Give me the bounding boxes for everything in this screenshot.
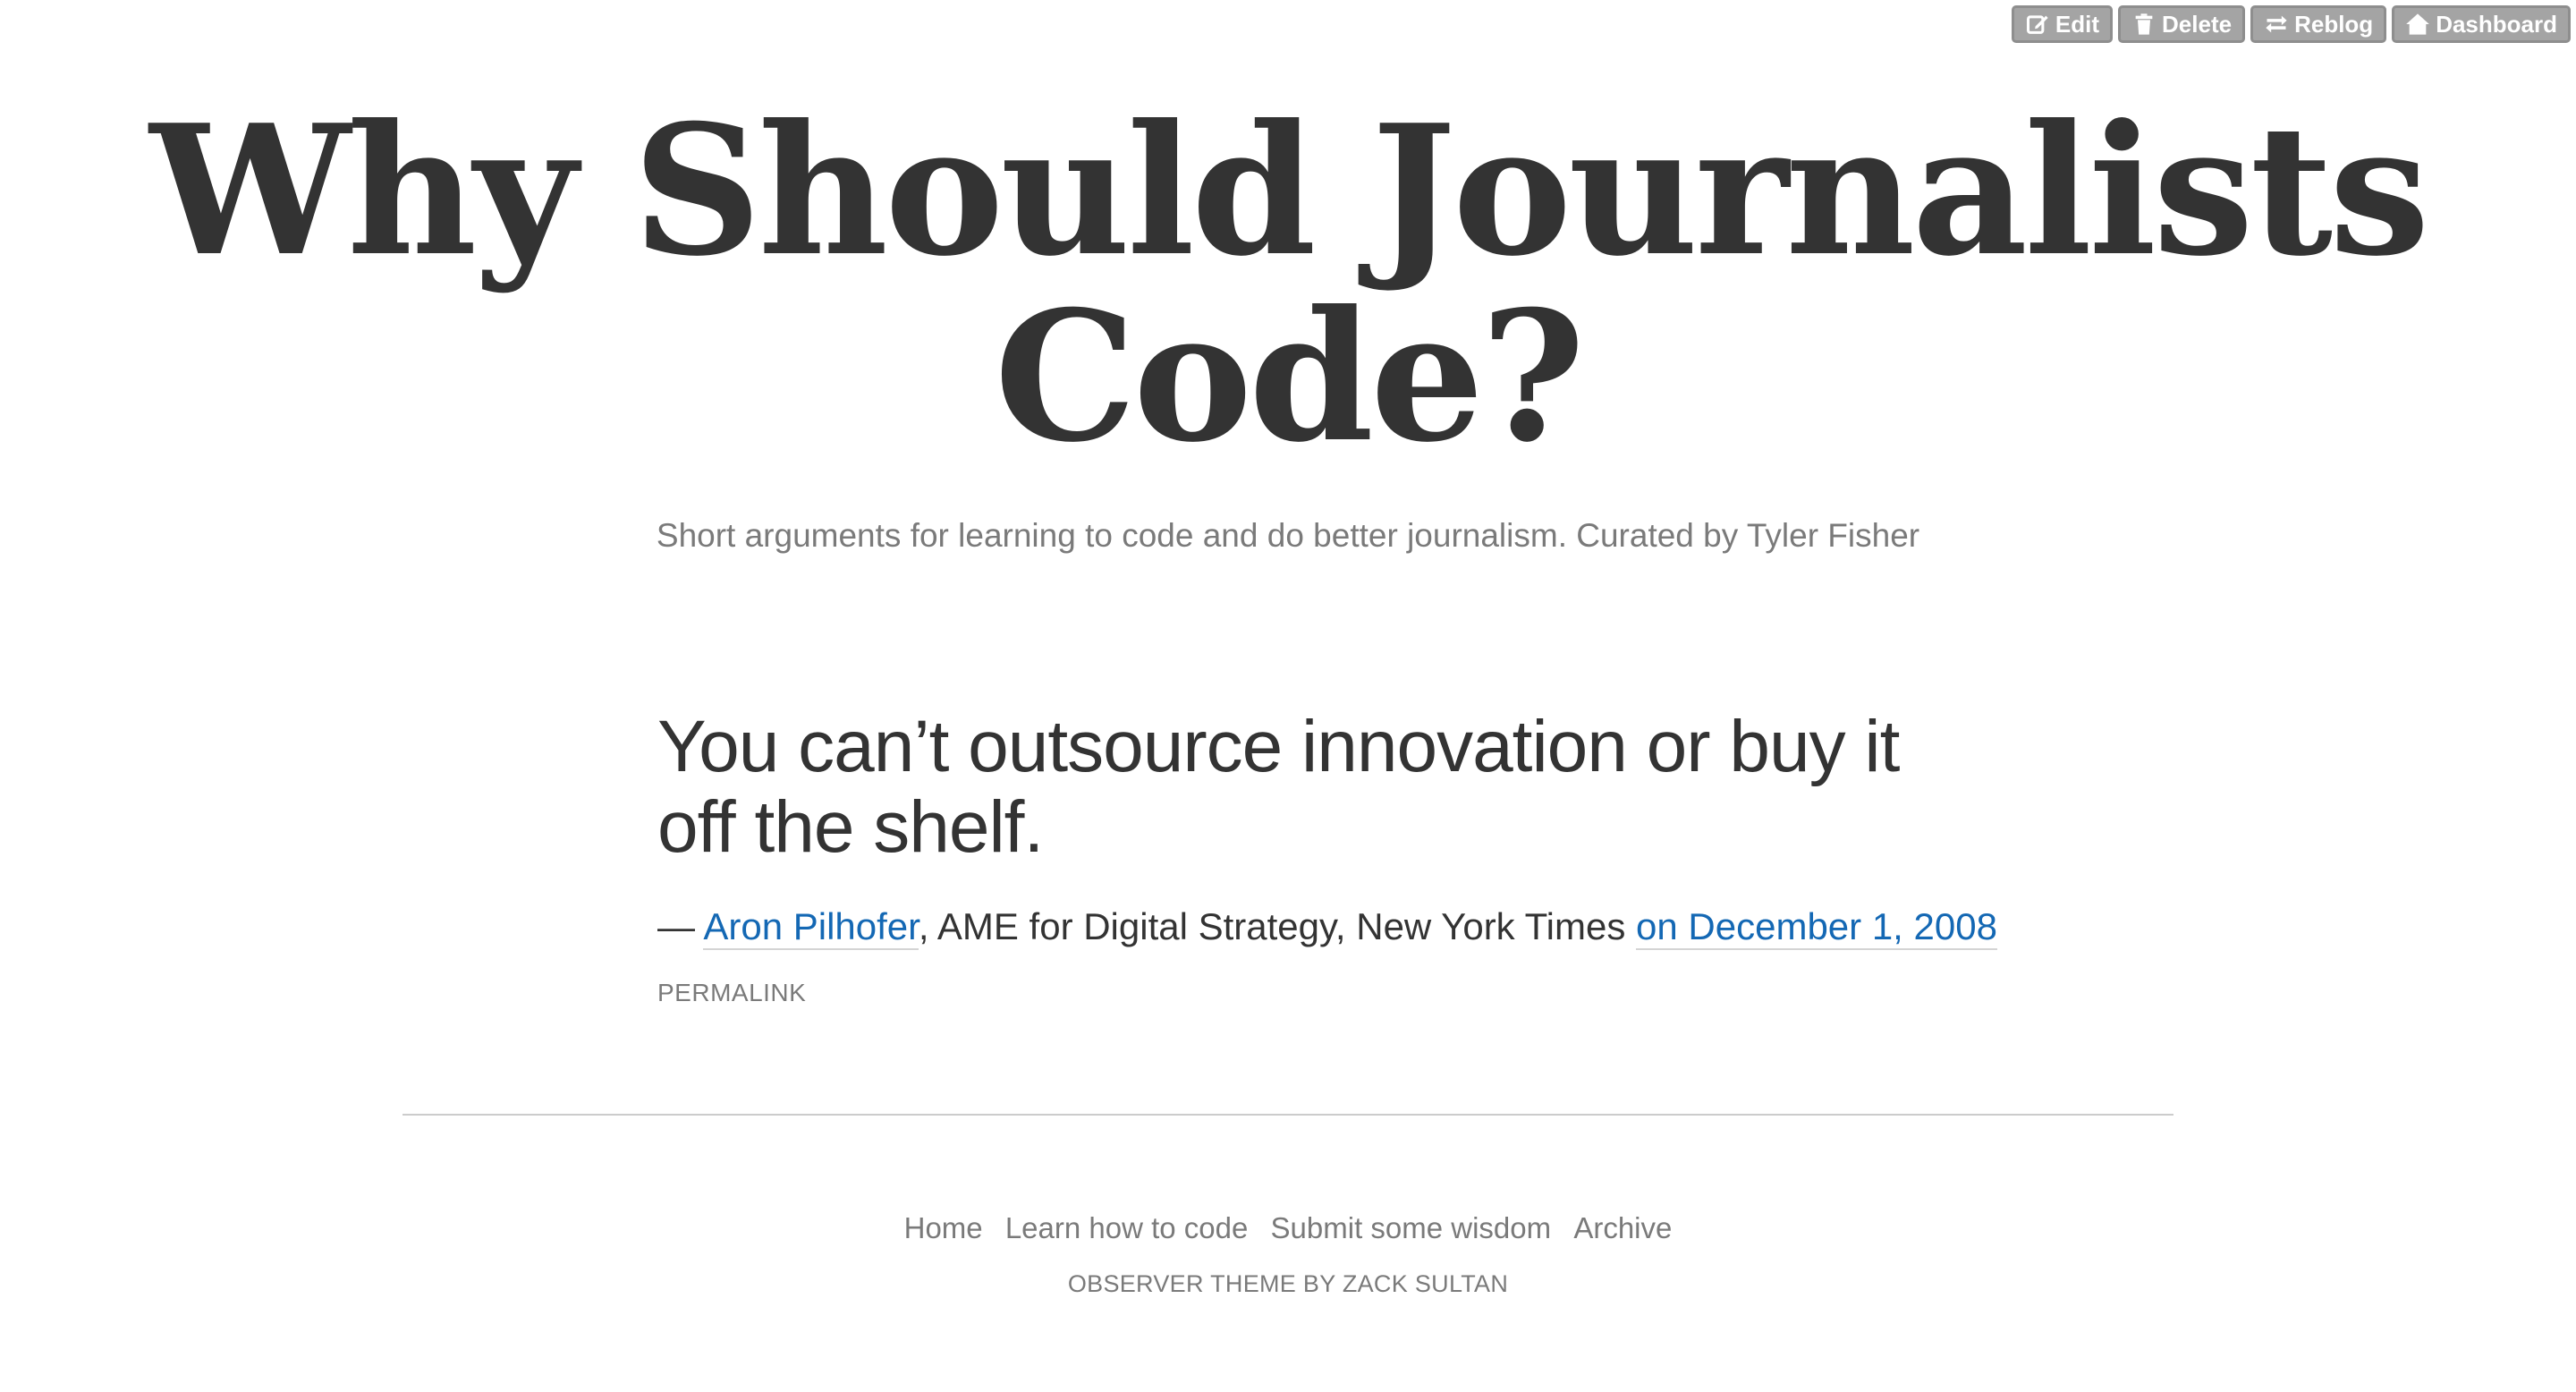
home-icon — [2405, 12, 2430, 37]
dashboard-button[interactable]: Dashboard — [2392, 5, 2571, 43]
nav-submit-link[interactable]: Submit some wisdom — [1271, 1211, 1552, 1244]
author-role: , AME for Digital Strategy, New York Tim… — [918, 905, 1637, 947]
trash-icon — [2131, 12, 2157, 37]
tumblr-controls: Edit Delete Reblog Dashboard — [2011, 5, 2571, 43]
site-title[interactable]: Why Should Journalists Code? — [0, 98, 2576, 471]
nav-home-link[interactable]: Home — [904, 1211, 983, 1244]
author-link[interactable]: Aron Pilhofer — [703, 905, 919, 950]
reblog-button[interactable]: Reblog — [2250, 5, 2387, 43]
edit-button[interactable]: Edit — [2011, 5, 2114, 43]
divider — [402, 1114, 2174, 1116]
edit-label: Edit — [2055, 10, 2100, 38]
permalink-link[interactable]: PERMALINK — [657, 979, 806, 1007]
source-dash: — — [657, 905, 704, 947]
quote-text: You can’t outsource innovation or buy it… — [657, 706, 1900, 868]
quote-post: You can’t outsource innovation or buy it… — [657, 706, 1997, 1007]
quote-source: — Aron Pilhofer, AME for Digital Strateg… — [657, 905, 1997, 950]
date-link[interactable]: on December 1, 2008 — [1636, 905, 1997, 950]
delete-button[interactable]: Delete — [2118, 5, 2246, 43]
dashboard-label: Dashboard — [2436, 10, 2557, 38]
theme-credit: OBSERVER THEME BY ZACK SULTAN — [0, 1270, 2576, 1298]
theme-credit-link[interactable]: OBSERVER THEME BY ZACK SULTAN — [1068, 1270, 1508, 1297]
reblog-icon — [2264, 12, 2289, 37]
nav-archive-link[interactable]: Archive — [1573, 1211, 1672, 1244]
reblog-label: Reblog — [2294, 10, 2374, 38]
edit-icon — [2025, 12, 2050, 37]
footer-nav: Home Learn how to code Submit some wisdo… — [0, 1211, 2576, 1245]
delete-label: Delete — [2162, 10, 2233, 38]
nav-learn-link[interactable]: Learn how to code — [1005, 1211, 1249, 1244]
site-description: Short arguments for learning to code and… — [656, 517, 1920, 554]
